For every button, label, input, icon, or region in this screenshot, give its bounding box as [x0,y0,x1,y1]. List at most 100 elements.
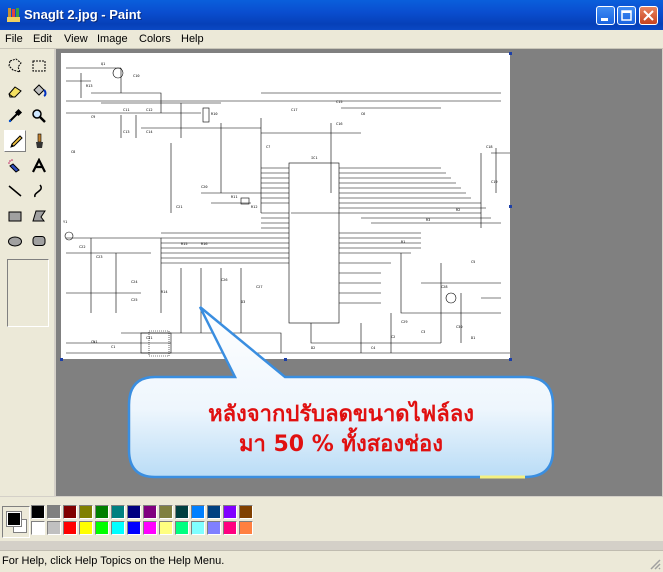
schematic-label: R11 [231,195,238,199]
schematic-label: CN1 [91,340,98,344]
menu-help[interactable]: Help [181,33,204,45]
schematic-label: C10 [133,74,140,78]
rounded-rectangle-tool[interactable] [28,230,50,252]
brush-tool[interactable] [28,130,50,152]
schematic-label: C11 [123,108,130,112]
pencil-tool[interactable] [4,130,26,152]
airbrush-tool[interactable] [4,155,26,177]
title-bar: SnagIt 2.jpg - Paint [0,0,663,30]
color-swatch[interactable] [127,505,141,519]
status-text: For Help, click Help Topics on the Help … [2,555,225,567]
color-swatch[interactable] [175,505,189,519]
color-swatch[interactable] [143,521,157,535]
minimize-icon [601,18,608,21]
color-swatch[interactable] [159,521,173,535]
color-swatch[interactable] [207,521,221,535]
schematic-label: Y1 [63,220,67,224]
color-swatch[interactable] [127,521,141,535]
magnifier-tool[interactable] [28,105,50,127]
schematic-label: C25 [131,298,138,302]
free-form-select-icon [8,58,22,73]
color-swatch[interactable] [47,521,61,535]
current-colors[interactable] [2,506,30,538]
color-swatch[interactable] [47,505,61,519]
color-swatch[interactable] [239,505,253,519]
schematic-label: IC1 [311,156,318,160]
color-swatch[interactable] [95,521,109,535]
color-swatch[interactable] [31,505,45,519]
color-swatch[interactable] [63,505,77,519]
color-swatch[interactable] [111,505,125,519]
menu-file[interactable]: File [5,33,23,45]
color-swatch[interactable] [79,521,93,535]
color-swatch[interactable] [223,505,237,519]
minimize-button[interactable] [596,6,615,25]
color-swatch[interactable] [207,505,221,519]
pencil-icon [10,135,23,148]
color-swatch[interactable] [239,521,253,535]
eyedropper-icon [8,108,23,123]
rectangle-tool[interactable] [4,205,26,227]
callout-line-2: มา 50 % ทั้งสองช่อง [238,432,443,457]
canvas-resize-handle[interactable] [509,52,512,55]
eraser-tool[interactable] [4,80,26,102]
text-tool[interactable] [28,155,50,177]
maximize-icon [621,10,632,21]
schematic-label: C27 [256,285,263,289]
schematic-label: C12 [146,108,153,112]
polygon-tool[interactable] [28,205,50,227]
pick-color-tool[interactable] [4,105,26,127]
select-tool[interactable] [28,55,50,77]
close-button[interactable] [639,6,658,25]
menu-edit[interactable]: Edit [33,33,52,45]
polygon-icon [32,210,46,222]
paint-app-icon[interactable] [5,7,21,23]
color-swatch[interactable] [223,521,237,535]
free-form-select-tool[interactable] [4,55,26,77]
callout-line-1: หลังจากปรับลดขนาดไฟล์ลง [208,402,474,427]
color-swatch[interactable] [31,521,45,535]
foreground-color-swatch[interactable] [6,511,22,527]
tool-options-box[interactable] [7,259,49,327]
canvas-resize-handle[interactable] [509,205,512,208]
color-swatch[interactable] [159,505,173,519]
schematic-label: C15 [336,100,343,104]
color-swatch[interactable] [111,521,125,535]
schematic-label: C18 [486,145,493,149]
brush-icon [36,133,43,148]
line-icon [8,185,22,197]
menu-view[interactable]: View [64,33,88,45]
schematic-label: D3 [241,300,245,304]
menu-bar: File Edit View Image Colors Help [0,30,663,49]
menu-colors[interactable]: Colors [139,33,171,45]
color-swatch[interactable] [143,505,157,519]
schematic-label: C21 [176,205,183,209]
schematic-label: C5 [471,260,475,264]
schematic-label: R14 [161,290,168,294]
eraser-icon [8,86,22,98]
schematic-label: C20 [201,185,208,189]
ellipse-tool[interactable] [4,230,26,252]
menu-image[interactable]: Image [97,33,128,45]
schematic-label: R1 [401,240,405,244]
color-swatch[interactable] [95,505,109,519]
canvas-resize-handle[interactable] [60,358,63,361]
resize-grip-icon[interactable] [649,558,661,570]
maximize-button[interactable] [617,6,636,25]
fill-tool[interactable] [28,80,50,102]
text-a-icon [32,158,46,173]
curve-tool[interactable] [28,180,50,202]
select-rectangle-icon [32,60,46,72]
schematic-label: C24 [131,280,138,284]
color-swatch[interactable] [191,505,205,519]
schematic-label: C7 [266,145,270,149]
color-swatch[interactable] [63,521,77,535]
line-tool[interactable] [4,180,26,202]
color-swatch[interactable] [175,521,189,535]
schematic-label: C14 [146,130,153,134]
schematic-label: R2 [456,208,460,212]
schematic-label: C8 [71,150,75,154]
color-swatch[interactable] [191,521,205,535]
rounded-rectangle-icon [32,236,46,246]
color-swatch[interactable] [79,505,93,519]
